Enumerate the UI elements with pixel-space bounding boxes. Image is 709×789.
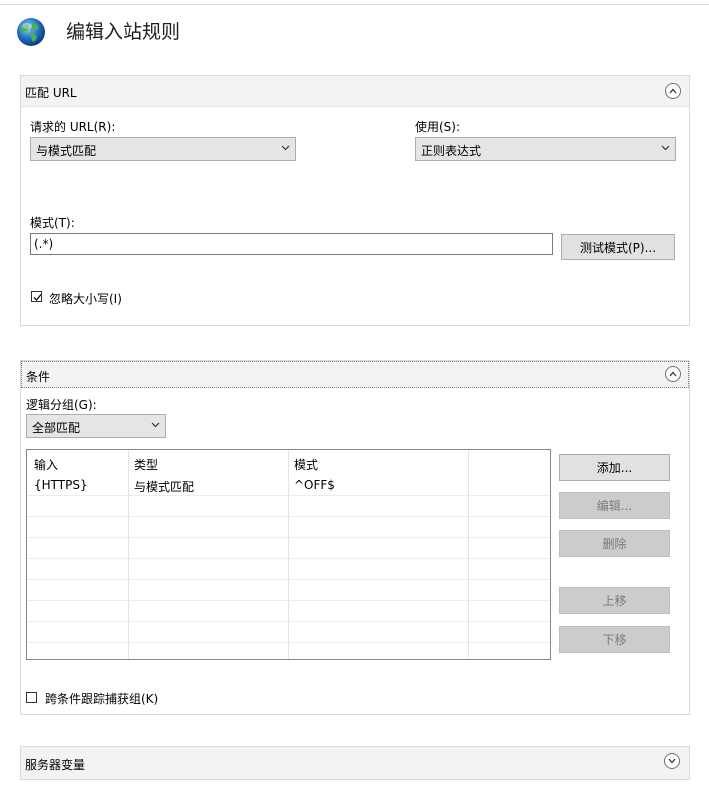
- chevron-up-icon: [669, 371, 677, 377]
- add-condition-button[interactable]: 添加...: [559, 454, 670, 481]
- expand-server-variables-button[interactable]: [664, 753, 680, 769]
- row-divider: [27, 558, 550, 559]
- pattern-value: (.*): [34, 237, 54, 251]
- chevron-down-icon: [151, 422, 160, 428]
- using-dropdown[interactable]: 正则表达式: [415, 137, 676, 161]
- cell-input: {HTTPS}: [34, 478, 88, 492]
- row-divider: [27, 642, 550, 643]
- remove-condition-button[interactable]: 删除: [559, 530, 670, 557]
- test-pattern-button[interactable]: 测试模式(P)...: [561, 234, 675, 260]
- match-url-header[interactable]: 匹配 URL: [21, 76, 689, 107]
- chevron-up-icon: [669, 88, 677, 94]
- server-variables-section: 服务器变量: [20, 746, 690, 780]
- logical-grouping-label: 逻辑分组(G):: [26, 398, 97, 412]
- conditions-table[interactable]: 输入 类型 模式 {HTTPS} 与模式匹配 ^OFF$: [26, 449, 551, 660]
- track-groups-label: 跨条件跟踪捕获组(K): [45, 692, 159, 706]
- chevron-down-icon: [661, 145, 670, 151]
- row-divider: [27, 516, 550, 517]
- move-down-button[interactable]: 下移: [559, 626, 670, 653]
- row-divider: [27, 537, 550, 538]
- table-row[interactable]: {HTTPS} 与模式匹配 ^OFF$: [27, 475, 550, 495]
- edit-condition-button[interactable]: 编辑...: [559, 492, 670, 519]
- checkmark-icon: [33, 294, 42, 301]
- server-variables-header[interactable]: 服务器变量: [21, 747, 689, 779]
- row-divider: [27, 600, 550, 601]
- column-header-type[interactable]: 类型: [134, 456, 158, 473]
- chevron-down-icon: [668, 758, 676, 764]
- conditions-header[interactable]: 条件: [21, 361, 689, 388]
- logical-grouping-value: 全部匹配: [32, 421, 81, 435]
- pattern-label: 模式(T):: [30, 216, 75, 230]
- track-groups-checkbox[interactable]: [26, 692, 37, 703]
- conditions-title: 条件: [26, 370, 51, 384]
- row-divider: [27, 579, 550, 580]
- row-divider: [27, 621, 550, 622]
- page-title: 编辑入站规则: [66, 21, 181, 43]
- logical-grouping-dropdown[interactable]: 全部匹配: [26, 414, 166, 438]
- cell-type: 与模式匹配: [134, 480, 195, 494]
- chevron-down-icon: [281, 145, 290, 151]
- requested-url-label: 请求的 URL(R):: [30, 120, 116, 134]
- column-header-pattern[interactable]: 模式: [294, 456, 318, 473]
- using-value: 正则表达式: [421, 144, 482, 158]
- requested-url-dropdown[interactable]: 与模式匹配: [30, 137, 296, 161]
- pattern-input[interactable]: (.*): [30, 233, 553, 255]
- match-url-title: 匹配 URL: [25, 86, 77, 100]
- using-label: 使用(S):: [415, 120, 461, 134]
- column-header-input[interactable]: 输入: [34, 456, 58, 473]
- server-variables-title: 服务器变量: [25, 758, 86, 772]
- collapse-match-url-button[interactable]: [665, 83, 681, 99]
- ignore-case-label: 忽略大小写(I): [49, 292, 122, 306]
- row-divider: [27, 495, 550, 496]
- collapse-conditions-button[interactable]: [665, 366, 681, 382]
- cell-pattern: ^OFF$: [294, 478, 335, 492]
- match-url-section: 匹配 URL: [20, 75, 690, 326]
- top-divider: [0, 4, 709, 5]
- requested-url-value: 与模式匹配: [36, 144, 97, 158]
- move-up-button[interactable]: 上移: [559, 587, 670, 614]
- globe-icon: [17, 18, 45, 46]
- ignore-case-checkbox[interactable]: [31, 291, 42, 302]
